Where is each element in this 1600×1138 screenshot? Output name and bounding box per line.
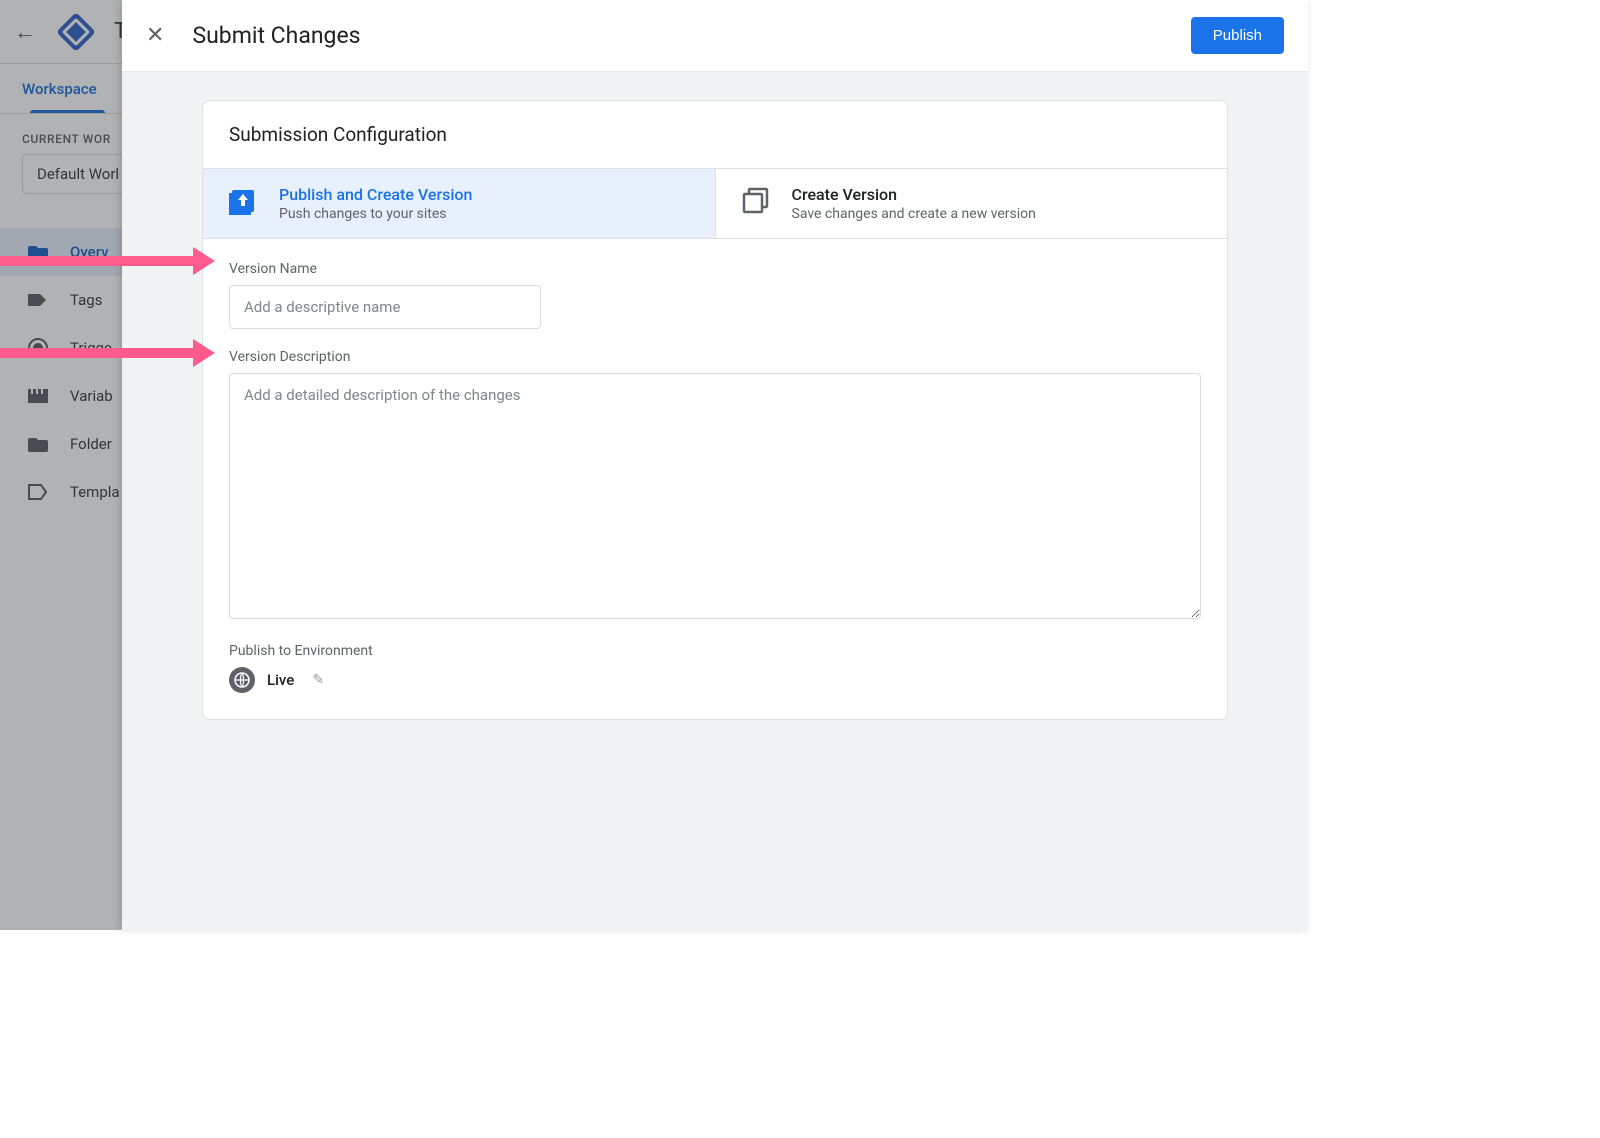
option-create-version[interactable]: Create Version Save changes and create a… bbox=[715, 169, 1228, 238]
edit-pencil-icon[interactable]: ✎ bbox=[312, 672, 324, 688]
globe-icon bbox=[229, 667, 255, 693]
version-description-input[interactable] bbox=[229, 373, 1201, 619]
environment-row: Live ✎ bbox=[229, 667, 1201, 693]
panel-title: Submit Changes bbox=[192, 22, 1162, 49]
version-name-input[interactable] bbox=[229, 285, 541, 329]
submission-config-card: Submission Configuration Publish and Cre… bbox=[202, 100, 1228, 720]
environment-group: Publish to Environment Live ✎ bbox=[229, 643, 1201, 693]
option-title: Create Version bbox=[792, 185, 1036, 204]
publish-upload-icon bbox=[229, 187, 257, 215]
option-desc: Save changes and create a new version bbox=[792, 206, 1036, 222]
annotation-arrow-1 bbox=[0, 256, 195, 266]
create-version-icon bbox=[742, 187, 770, 215]
version-description-group: Version Description bbox=[229, 349, 1201, 623]
environment-label: Publish to Environment bbox=[229, 643, 1201, 659]
version-name-group: Version Name bbox=[229, 261, 1201, 329]
option-desc: Push changes to your sites bbox=[279, 206, 472, 222]
panel-body: Submission Configuration Publish and Cre… bbox=[122, 72, 1308, 930]
close-icon[interactable]: ✕ bbox=[146, 23, 164, 48]
version-description-label: Version Description bbox=[229, 349, 1201, 365]
annotation-arrow-2 bbox=[0, 348, 195, 358]
version-name-label: Version Name bbox=[229, 261, 1201, 277]
card-heading: Submission Configuration bbox=[203, 101, 1227, 168]
submit-changes-panel: ✕ Submit Changes Publish Submission Conf… bbox=[122, 0, 1308, 930]
environment-value: Live bbox=[267, 671, 294, 689]
form-section: Version Name Version Description Publish… bbox=[203, 239, 1227, 719]
option-publish-and-create[interactable]: Publish and Create Version Push changes … bbox=[203, 169, 715, 238]
submission-options: Publish and Create Version Push changes … bbox=[203, 168, 1227, 239]
panel-header: ✕ Submit Changes Publish bbox=[122, 0, 1308, 72]
publish-button[interactable]: Publish bbox=[1191, 17, 1284, 54]
option-title: Publish and Create Version bbox=[279, 185, 472, 204]
